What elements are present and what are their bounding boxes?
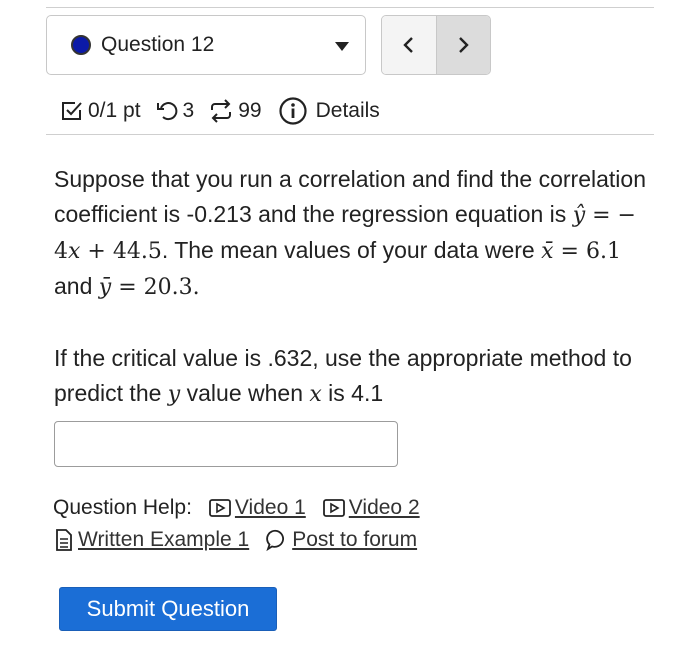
question-body: Suppose that you run a correlation and f… [54,162,654,412]
question-help-label: Question Help: [53,496,192,519]
details-label: Details [315,99,380,122]
next-question-button[interactable] [436,16,490,74]
score-item: 0/1 pt [60,99,141,123]
question-selector-label: Question 12 [101,33,215,56]
y-hat-symbol: ŷ [572,203,586,228]
info-icon [278,97,307,125]
post-to-forum-link[interactable]: Post to forum [265,524,417,556]
question-paragraph-1: Suppose that you run a correlation and f… [54,162,654,305]
x-variable-2: x [309,382,322,407]
question-paragraph-2: If the critical value is .632, use the a… [54,341,654,412]
undo-icon [156,102,177,121]
details-toggle[interactable]: Details [278,96,380,126]
question-nav [381,15,491,75]
chevron-right-icon [459,37,469,53]
y-mean: ȳ = 20.3. [99,275,200,300]
y-variable: y [167,382,181,407]
answer-input[interactable] [54,421,398,467]
conjunction-text: and [54,273,99,299]
retries-item: 3 [155,99,195,123]
chevron-left-icon [403,37,413,53]
video-2-label: Video 2 [348,496,420,519]
attempts-item: 99 [208,99,262,123]
caret-down-icon [335,42,349,51]
score-text: 0/1 pt [88,99,141,122]
question-help: Question Help: Video 1 Video 2 Written E… [53,492,420,556]
question-status-dot [71,35,91,55]
prediction-prompt-mid: value when [180,380,310,406]
post-to-forum-label: Post to forum [292,528,418,551]
x-bar-symbol: x̄ [541,239,554,264]
y-bar-symbol: ȳ [98,275,112,300]
previous-question-button[interactable] [382,16,437,74]
question-selector[interactable]: Question 12 [46,15,366,75]
repeat-icon [211,99,232,123]
checkbox-icon [62,102,82,120]
header-divider [46,134,654,135]
video-icon [322,499,345,517]
x-variable: x [68,239,81,264]
retries-count: 3 [182,99,195,122]
document-icon [56,529,72,551]
video-icon [209,499,231,517]
written-example-link[interactable]: Written Example 1 [53,524,249,556]
attempts-count: 99 [238,99,262,122]
question-meta: 0/1 pt 3 99 Details [60,92,394,130]
submit-question-button[interactable]: Submit Question [59,587,277,631]
equation-intercept: + 44.5 [80,239,162,264]
chat-bubble-icon [266,529,285,552]
sentence-end: . [192,275,200,300]
x-mean: x̄ = 6.1 [541,239,621,264]
video-1-link[interactable]: Video 1 [208,492,306,524]
written-example-label: Written Example 1 [78,528,250,551]
question-text-means: . The mean values of your data were [161,237,542,263]
prediction-prompt-end: is 4.1 [321,380,384,406]
question-text: Suppose that you run a correlation and f… [54,166,646,227]
x-mean-value: = 6.1 [553,239,621,264]
top-divider [46,7,654,8]
video-2-link[interactable]: Video 2 [322,492,420,524]
y-mean-value: = 20.3 [111,275,193,300]
video-1-label: Video 1 [234,496,306,519]
